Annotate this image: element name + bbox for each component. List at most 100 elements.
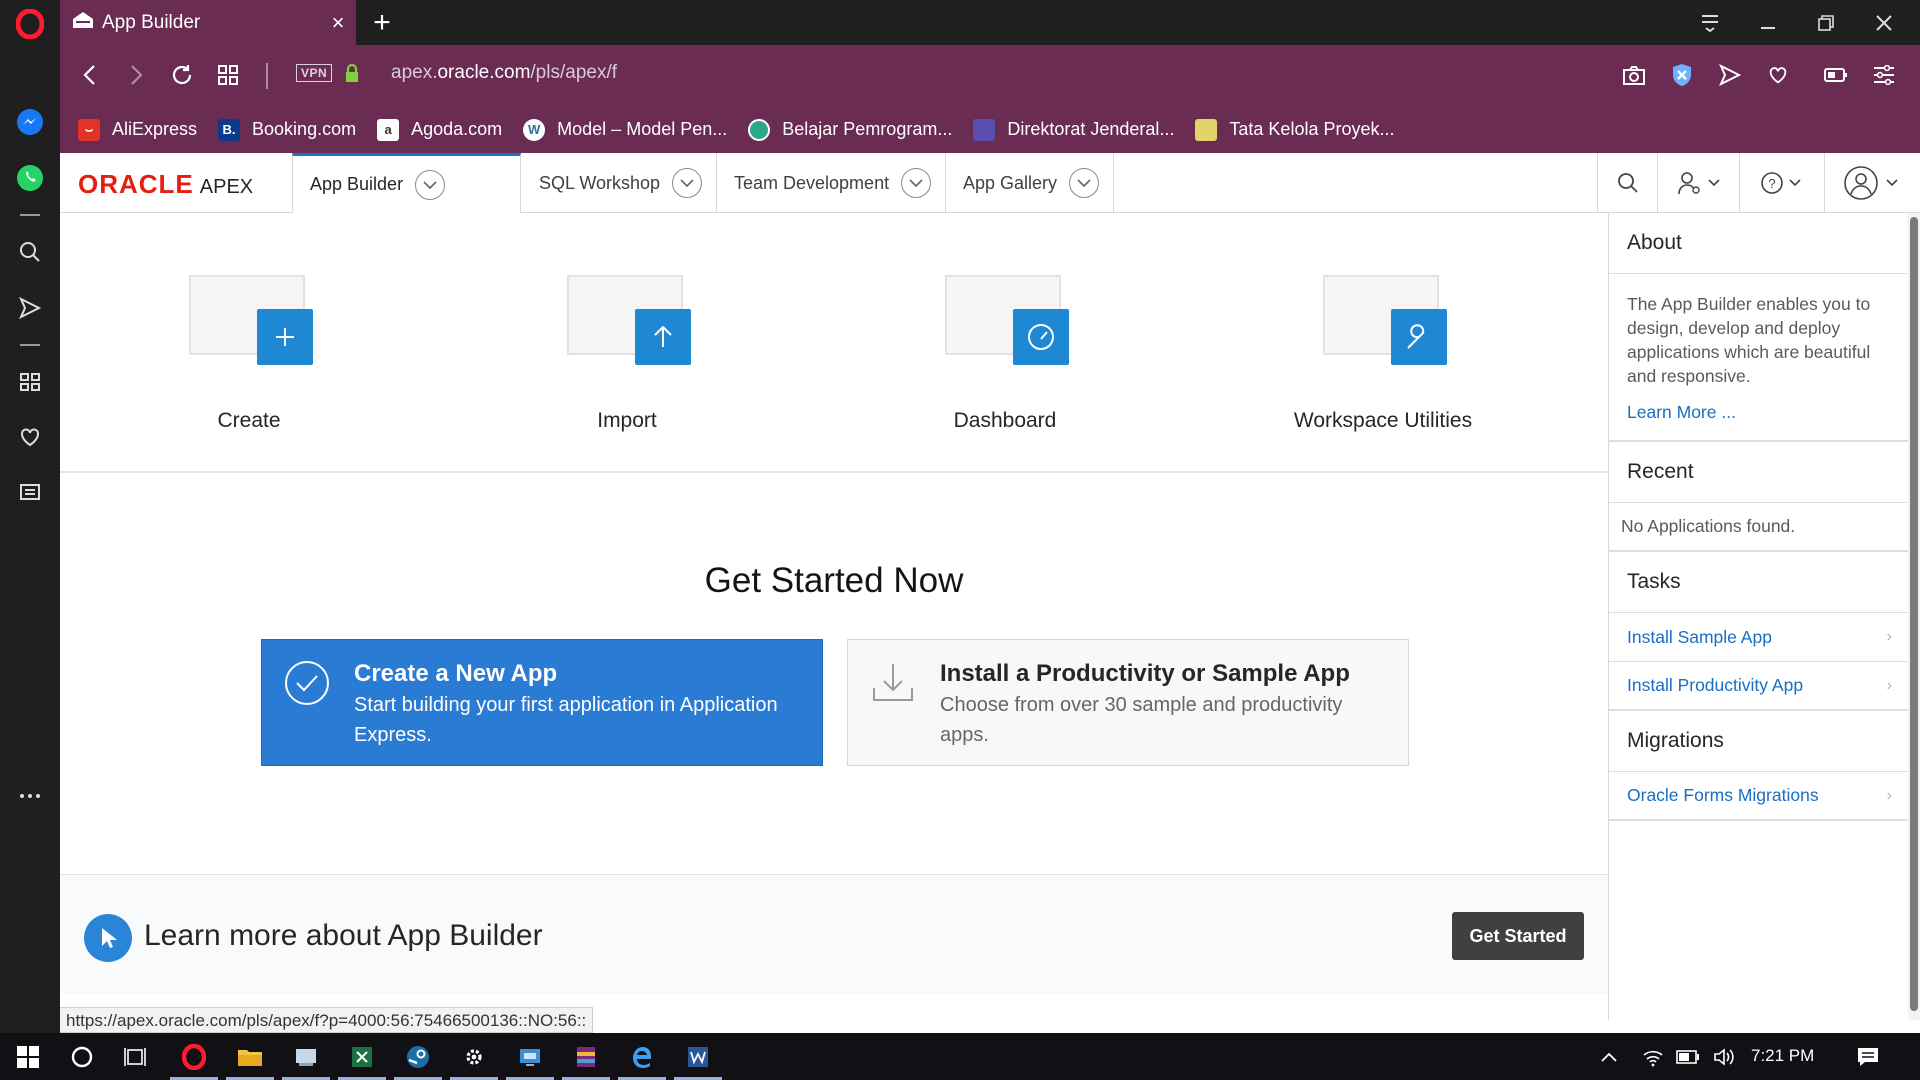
whatsapp-icon[interactable] (14, 162, 46, 194)
agoda-icon: a (377, 118, 400, 141)
bookmark-direktorat[interactable]: Direktorat Jenderal... (973, 118, 1174, 141)
tab-menu-icon[interactable] (1682, 0, 1738, 45)
card-import[interactable]: Import (438, 213, 816, 471)
taskbar-excel-icon[interactable] (334, 1033, 390, 1080)
browser-tab[interactable]: App Builder × (60, 0, 356, 45)
taskbar-edge-icon[interactable] (614, 1033, 670, 1080)
install-app-title: Install a Productivity or Sample App (940, 660, 1350, 687)
search-icon[interactable] (14, 236, 46, 268)
chevron-right-icon: › (1886, 676, 1892, 694)
speed-dial-icon[interactable] (14, 366, 46, 398)
chevron-down-icon[interactable] (901, 168, 932, 198)
chevron-down-icon[interactable] (1069, 168, 1100, 198)
menu-app-gallery[interactable]: App Gallery (946, 153, 1114, 213)
bookmark-model-pen[interactable]: W Model – Model Pen... (523, 118, 727, 141)
taskbar-steam-icon[interactable] (390, 1033, 446, 1080)
snapshot-camera-icon[interactable] (1618, 59, 1650, 91)
chevron-right-icon: › (1886, 628, 1892, 645)
help-menu-icon[interactable]: ? (1739, 153, 1824, 213)
bookmark-agoda[interactable]: a Agoda.com (377, 118, 502, 141)
user-menu-icon[interactable] (1824, 153, 1920, 213)
menu-sql-workshop[interactable]: SQL Workshop (521, 153, 717, 213)
card-label: Dashboard (953, 409, 1057, 432)
create-new-app-card[interactable]: Create a New App Start building your fir… (261, 639, 823, 766)
volume-icon[interactable] (1704, 1033, 1744, 1080)
menu-team-development[interactable]: Team Development (717, 153, 946, 213)
chevron-down-icon[interactable] (415, 169, 446, 200)
create-illustration (189, 275, 313, 371)
task-install-sample-app[interactable]: Install Sample App › (1609, 613, 1908, 662)
app-builder-main: Create Import Dashboard Workspace Utilit… (60, 213, 1608, 1033)
bookmark-belajar[interactable]: Belajar Pemrogram... (748, 118, 952, 141)
taskbar-remote-desktop-icon[interactable] (502, 1033, 558, 1080)
migration-oracle-forms[interactable]: Oracle Forms Migrations › (1609, 772, 1908, 821)
tab-grid-icon[interactable] (210, 57, 246, 93)
bookmark-heart-icon[interactable] (1762, 59, 1794, 91)
task-install-productivity-app[interactable]: Install Productivity App › (1609, 662, 1908, 711)
card-dashboard[interactable]: Dashboard (816, 213, 1194, 471)
migration-label: Oracle Forms Migrations (1627, 785, 1819, 805)
opera-logo-icon[interactable] (14, 8, 46, 40)
back-button[interactable] (72, 57, 108, 93)
heart-icon[interactable] (14, 421, 46, 453)
action-center-icon[interactable] (1840, 1033, 1896, 1080)
battery-icon[interactable] (1668, 1033, 1708, 1080)
aliexpress-icon: ⌣ (78, 118, 100, 141)
dashboard-illustration (945, 275, 1069, 371)
install-app-card[interactable]: Install a Productivity or Sample App Cho… (847, 639, 1409, 766)
url-field[interactable]: apex.oracle.com/pls/apex/f (391, 62, 617, 84)
easy-setup-icon[interactable] (1868, 59, 1900, 91)
taskbar-clock[interactable]: 7:21 PM (1751, 1046, 1814, 1066)
battery-saver-icon[interactable] (1820, 59, 1852, 91)
bookmark-aliexpress[interactable]: ⌣ AliExpress (78, 118, 197, 141)
task-view-icon[interactable] (108, 1033, 164, 1080)
bookmark-label: Booking.com (252, 119, 357, 139)
windows-start-icon[interactable] (0, 1033, 56, 1080)
flow-send-icon[interactable] (14, 292, 46, 324)
close-window-button[interactable] (1856, 0, 1912, 45)
minimize-button[interactable] (1740, 0, 1796, 45)
card-workspace-utilities[interactable]: Workspace Utilities (1194, 213, 1572, 471)
taskbar-winrar-icon[interactable] (558, 1033, 614, 1080)
close-tab-icon[interactable]: × (320, 10, 356, 36)
restore-button[interactable] (1798, 0, 1854, 45)
news-icon[interactable] (14, 476, 46, 508)
vertical-scrollbar[interactable] (1908, 213, 1920, 1020)
tab-title: App Builder (102, 11, 201, 33)
reload-button[interactable] (164, 57, 200, 93)
show-hidden-icons-chevron-icon[interactable] (1589, 1033, 1629, 1080)
card-label: Create (217, 409, 281, 432)
bookmark-booking[interactable]: B. Booking.com (218, 118, 357, 141)
chevron-down-icon[interactable] (672, 168, 703, 198)
wifi-icon[interactable] (1633, 1033, 1673, 1080)
messenger-icon[interactable] (14, 106, 46, 138)
taskbar-word-icon[interactable] (670, 1033, 726, 1080)
get-started-button[interactable]: Get Started (1452, 912, 1584, 960)
site-icon (1195, 118, 1218, 141)
taskbar-app-icon[interactable] (278, 1033, 334, 1080)
forward-button[interactable] (118, 57, 154, 93)
import-illustration (567, 275, 691, 371)
scrollbar-thumb[interactable] (1910, 217, 1918, 1011)
card-create[interactable]: Create (60, 213, 438, 471)
taskbar-settings-icon[interactable] (446, 1033, 502, 1080)
cortana-search-icon[interactable] (54, 1033, 110, 1080)
administration-menu-icon[interactable] (1657, 153, 1739, 213)
new-tab-button[interactable]: + (364, 6, 400, 40)
menu-app-builder[interactable]: App Builder (292, 153, 521, 213)
vpn-badge[interactable]: VPN (296, 64, 333, 82)
search-icon[interactable] (1597, 153, 1657, 213)
taskbar-file-explorer-icon[interactable] (222, 1033, 278, 1080)
tab-favicon-icon (72, 11, 94, 35)
lock-icon[interactable] (344, 63, 360, 88)
learn-more-link[interactable]: Learn More ... (1627, 400, 1890, 424)
toolbar-divider (266, 63, 268, 89)
bookmark-tata-kelola[interactable]: Tata Kelola Proyek... (1195, 118, 1395, 141)
send-icon[interactable] (1714, 59, 1746, 91)
oracle-apex-logo[interactable]: ORACLE APEX (78, 169, 253, 200)
more-icon[interactable] (14, 780, 46, 812)
adblock-shield-icon[interactable] (1666, 59, 1698, 91)
screen: App Builder × + VPN apex.oracle.com/pls/… (0, 0, 1920, 1080)
taskbar-opera-icon[interactable] (166, 1033, 222, 1080)
sidebar-divider (20, 344, 40, 346)
